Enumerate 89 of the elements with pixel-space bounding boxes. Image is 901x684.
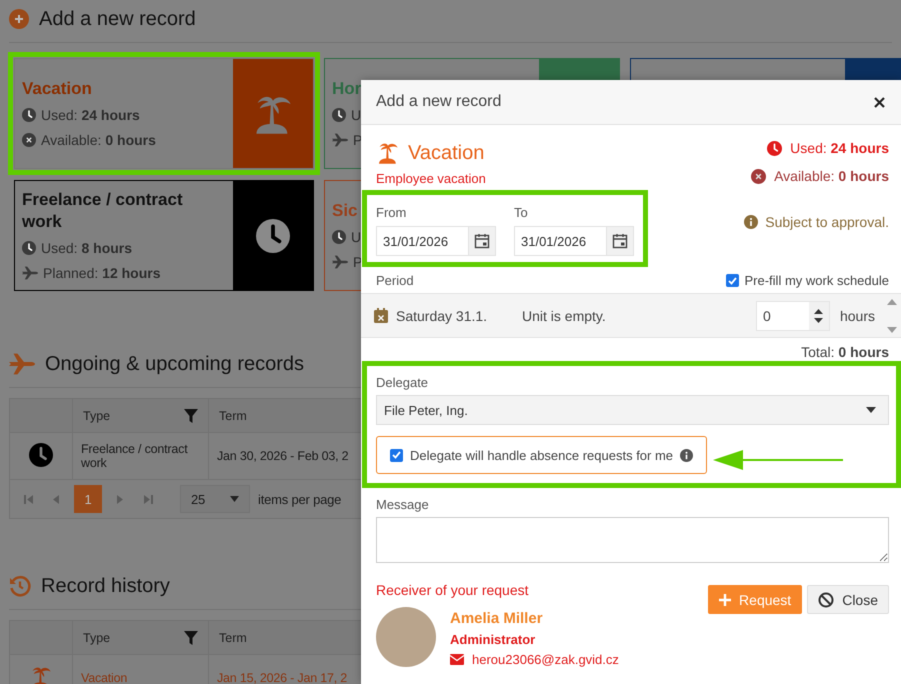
card-stat: Available: 0 hours <box>41 130 156 150</box>
record-type-title: Vacation <box>408 141 484 166</box>
checkbox-label: Pre-fill my work schedule <box>744 273 889 288</box>
x-circle-icon <box>22 133 36 147</box>
day-note: Unit is empty. <box>522 308 606 324</box>
close-button[interactable]: Close <box>807 585 889 614</box>
clock-icon <box>29 442 53 466</box>
page-button[interactable]: 1 <box>74 485 102 513</box>
caret-icon <box>866 407 876 413</box>
balance-text: Used: 24 hours <box>790 139 889 158</box>
palm-tree-icon <box>376 141 400 165</box>
date-label: From <box>376 205 408 220</box>
history-icon <box>9 575 31 597</box>
last-page-icon <box>144 494 152 504</box>
first-page-icon <box>24 494 32 504</box>
section-title: Add a new record <box>39 7 196 32</box>
page-size-dropdown[interactable]: 25 <box>180 485 250 513</box>
total-text: Total: 0 hours <box>801 344 889 360</box>
date-field[interactable]: 31/01/2026 <box>376 226 496 256</box>
card-title: Freelance / contract work <box>22 188 184 232</box>
clock-icon <box>332 108 346 122</box>
info-icon <box>680 448 694 462</box>
filter-icon[interactable] <box>184 630 198 644</box>
receiver-name: Amelia Miller <box>450 610 544 627</box>
close-icon[interactable] <box>874 96 885 108</box>
cancel-icon <box>818 592 834 608</box>
section-title: Ongoing & upcoming records <box>45 352 304 377</box>
dialog-title: Add a new record <box>376 93 502 111</box>
checkbox[interactable] <box>390 448 403 462</box>
day-label: Saturday 31.1. <box>396 308 488 324</box>
page-size-label: items per page <box>258 492 342 506</box>
caret-icon <box>230 496 239 502</box>
section-title: Record history <box>41 574 170 599</box>
right-triangle-icon <box>117 494 123 504</box>
record-type-card[interactable]: Vacation Used: 24 hours Available: 0 hours <box>14 58 314 169</box>
unit-label: hours <box>840 308 875 324</box>
airplane-icon <box>332 132 348 148</box>
receiver-email[interactable]: herou23066@zak.gvid.cz <box>472 652 619 667</box>
card-stat: Used: 24 hours <box>41 106 140 124</box>
record-type-card[interactable]: Freelance / contract work Used: 8 hours Planned: 12 hours <box>14 180 314 291</box>
clock-icon <box>332 230 346 244</box>
card-stat: U <box>351 228 362 246</box>
spinner-arrows-icon[interactable] <box>814 308 824 324</box>
balance-text: Available: 0 hours <box>774 167 889 186</box>
checkbox[interactable] <box>726 274 738 287</box>
card-stat: Planned: 12 hours <box>43 264 161 282</box>
plus-circle-icon <box>9 9 29 29</box>
column-header: Type <box>83 630 110 644</box>
date-field[interactable]: 31/01/2026 <box>514 226 634 256</box>
checkbox-label: Delegate will handle absence requests for me <box>410 448 674 462</box>
request-button[interactable]: Request <box>708 585 802 614</box>
plus-icon <box>719 594 732 606</box>
airplane-icon <box>22 265 38 281</box>
receiver-role: Administrator <box>450 632 536 647</box>
calendar-icon <box>474 233 490 249</box>
card-stat: Used: 8 hours <box>41 238 132 258</box>
message-label: Message <box>376 497 430 512</box>
period-label: Period <box>376 273 414 288</box>
card-stat: P <box>353 252 362 272</box>
calendar-x-icon <box>374 308 388 323</box>
airplane-icon <box>332 254 348 270</box>
delegate-label: Delegate <box>376 375 430 390</box>
column-header: Type <box>83 408 110 422</box>
clock-icon <box>22 108 36 122</box>
clock-icon <box>256 218 290 252</box>
card-stat: U <box>351 106 362 124</box>
date-label: To <box>514 205 529 220</box>
card-title: Sic <box>332 200 358 222</box>
airplane-icon <box>9 351 35 377</box>
card-title: Hor <box>332 78 362 100</box>
card-stat: P <box>353 130 362 150</box>
clock-icon <box>22 241 36 255</box>
clock-icon <box>767 141 782 156</box>
column-header: Term <box>219 630 247 644</box>
info-icon <box>744 215 758 229</box>
card-title: Vacation <box>22 78 92 100</box>
column-header: Term <box>219 408 247 422</box>
calendar-icon <box>612 233 628 249</box>
receiver-label: Receiver of your request <box>376 582 530 598</box>
message-field[interactable] <box>376 517 889 563</box>
approval-note: Subject to approval. <box>765 214 889 230</box>
delegate-dropdown[interactable]: File Peter, Ing. <box>376 395 889 425</box>
record-type-description: Employee vacation <box>376 171 487 186</box>
envelope-icon <box>450 654 464 665</box>
filter-icon[interactable] <box>184 408 198 422</box>
x-circle-icon <box>751 169 766 184</box>
left-triangle-icon <box>53 494 59 504</box>
type-cell: Freelance / contract work <box>72 432 208 480</box>
hours-input[interactable]: 0 <box>756 300 830 330</box>
